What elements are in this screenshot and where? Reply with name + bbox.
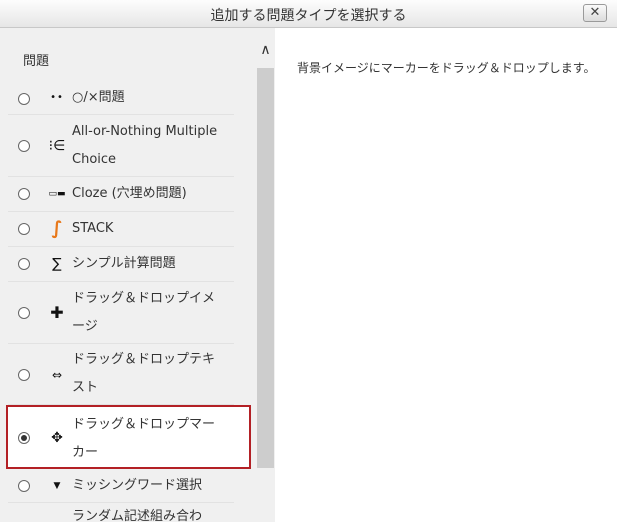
question-type-description: 背景イメージにマーカーをドラッグ＆ドロップします。 [297, 61, 596, 75]
question-type-label: ドラッグ＆ドロップマーカー [72, 417, 216, 460]
dots-icon: •• [50, 92, 64, 103]
question-type-dialog: 追加する問題タイプを選択する ✕ 問題 •• ○/×問題 ⁝∈ All-or-N… [0, 0, 617, 522]
question-type-label: ○/×問題 [72, 90, 125, 105]
cloze-icon: ▭▬ [48, 189, 66, 199]
radio-button[interactable] [18, 307, 30, 319]
calculated-icon: ∑ [52, 256, 62, 272]
scroll-up-arrow-icon[interactable]: ∧ [256, 42, 275, 62]
radio-button[interactable] [18, 188, 30, 200]
radio-button[interactable] [18, 93, 30, 105]
scroll-thumb[interactable] [257, 68, 274, 468]
radio-button[interactable] [18, 223, 30, 235]
stack-icon: ∫ [51, 218, 63, 239]
dialog-titlebar: 追加する問題タイプを選択する ✕ [0, 0, 617, 28]
question-type-item-truefalse[interactable]: •• ○/×問題 [8, 83, 234, 115]
dialog-title: 追加する問題タイプを選択する [210, 8, 407, 24]
question-type-label: ランダム記述組み合わ [72, 509, 203, 522]
question-type-item-multichoice[interactable]: ⁝∈ All-or-Nothing Multiple Choice [8, 115, 234, 177]
question-type-label: ミッシングワード選択 [72, 478, 203, 493]
radio-button[interactable] [18, 480, 30, 492]
question-type-label: STACK [72, 221, 114, 236]
question-type-panel: 問題 •• ○/×問題 ⁝∈ All-or-Nothing Multiple C… [0, 28, 275, 522]
move-icon: ✚ [50, 303, 64, 322]
radio-button-selected[interactable] [18, 432, 30, 444]
multichoice-icon: ⁝∈ [48, 138, 66, 154]
radio-button[interactable] [18, 369, 30, 381]
question-type-item-stack[interactable]: ∫ STACK [8, 212, 234, 247]
question-type-item-drag-text[interactable]: ⇔ ドラッグ＆ドロップテキスト [8, 344, 234, 405]
radio-button[interactable] [18, 258, 30, 270]
list-scrollbar[interactable]: ∧ [256, 28, 275, 522]
section-label-questions: 問題 [23, 54, 50, 69]
question-type-item-random-match[interactable]: ランダム記述組み合わ [8, 503, 234, 522]
question-type-label: Cloze (穴埋め問題) [72, 186, 187, 201]
question-type-item-cloze[interactable]: ▭▬ Cloze (穴埋め問題) [8, 177, 234, 212]
question-type-label: ドラッグ＆ドロップイメージ [72, 291, 216, 334]
question-type-item-drag-image[interactable]: ✚ ドラッグ＆ドロップイメージ [8, 282, 234, 344]
question-type-label: ドラッグ＆ドロップテキスト [72, 352, 216, 395]
question-type-item-drag-marker[interactable]: ✥ ドラッグ＆ドロップマーカー [6, 405, 251, 469]
question-type-item-calculated[interactable]: ∑ シンプル計算問題 [8, 247, 234, 282]
drag-text-icon: ⇔ [51, 368, 63, 382]
question-type-label: All-or-Nothing Multiple Choice [72, 124, 218, 167]
question-type-item-missing-word[interactable]: ▼ ミッシングワード選択 [8, 470, 234, 503]
drag-marker-icon: ✥ [51, 430, 63, 446]
dropdown-icon: ▼ [53, 481, 61, 491]
question-type-label: シンプル計算問題 [72, 256, 176, 271]
question-type-list: 問題 •• ○/×問題 ⁝∈ All-or-Nothing Multiple C… [0, 28, 256, 522]
radio-button[interactable] [18, 140, 30, 152]
close-button[interactable]: ✕ [583, 4, 607, 22]
description-panel: 背景イメージにマーカーをドラッグ＆ドロップします。 [275, 28, 617, 522]
